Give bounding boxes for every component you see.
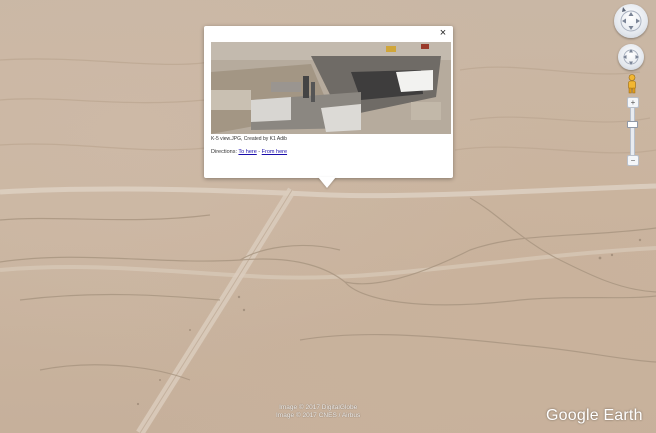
from-here-link[interactable]: From here [262,149,287,155]
balloon-pointer [318,177,336,188]
zoom-slider[interactable]: + − [627,97,639,166]
imagery-credit: Image © 2017 DigitalGlobe Image © 2017 C… [276,404,360,420]
google-earth-logo: Google Earth [546,407,643,424]
imagery-credit-line-1: Image © 2017 DigitalGlobe [279,404,358,411]
photo-caption: K-5 view.JPG, Created by K1 Adib [211,136,287,142]
directions-label: Directions: [211,149,239,155]
zoom-in-button[interactable]: + [627,97,639,108]
imagery-credit-line-2: Image © 2017 CNES / Airbus [276,412,361,419]
look-control[interactable] [614,4,648,38]
compass-icon [620,7,642,32]
zoom-track[interactable] [630,105,635,159]
to-here-link[interactable]: To here [238,149,256,155]
close-icon[interactable]: × [437,27,449,39]
zoom-thumb[interactable] [627,121,638,128]
construction-site-photo [211,42,451,134]
move-control[interactable] [618,44,644,70]
pan-arrows-icon [623,49,639,65]
info-balloon: × K-5 view.JPG, Created by K1 Adib Direc… [204,26,453,178]
pegman-icon[interactable] [626,74,638,94]
zoom-out-button[interactable]: − [627,155,639,166]
directions-row: Directions: To here - From here [211,149,287,155]
navigation-controls: + − [614,4,648,166]
